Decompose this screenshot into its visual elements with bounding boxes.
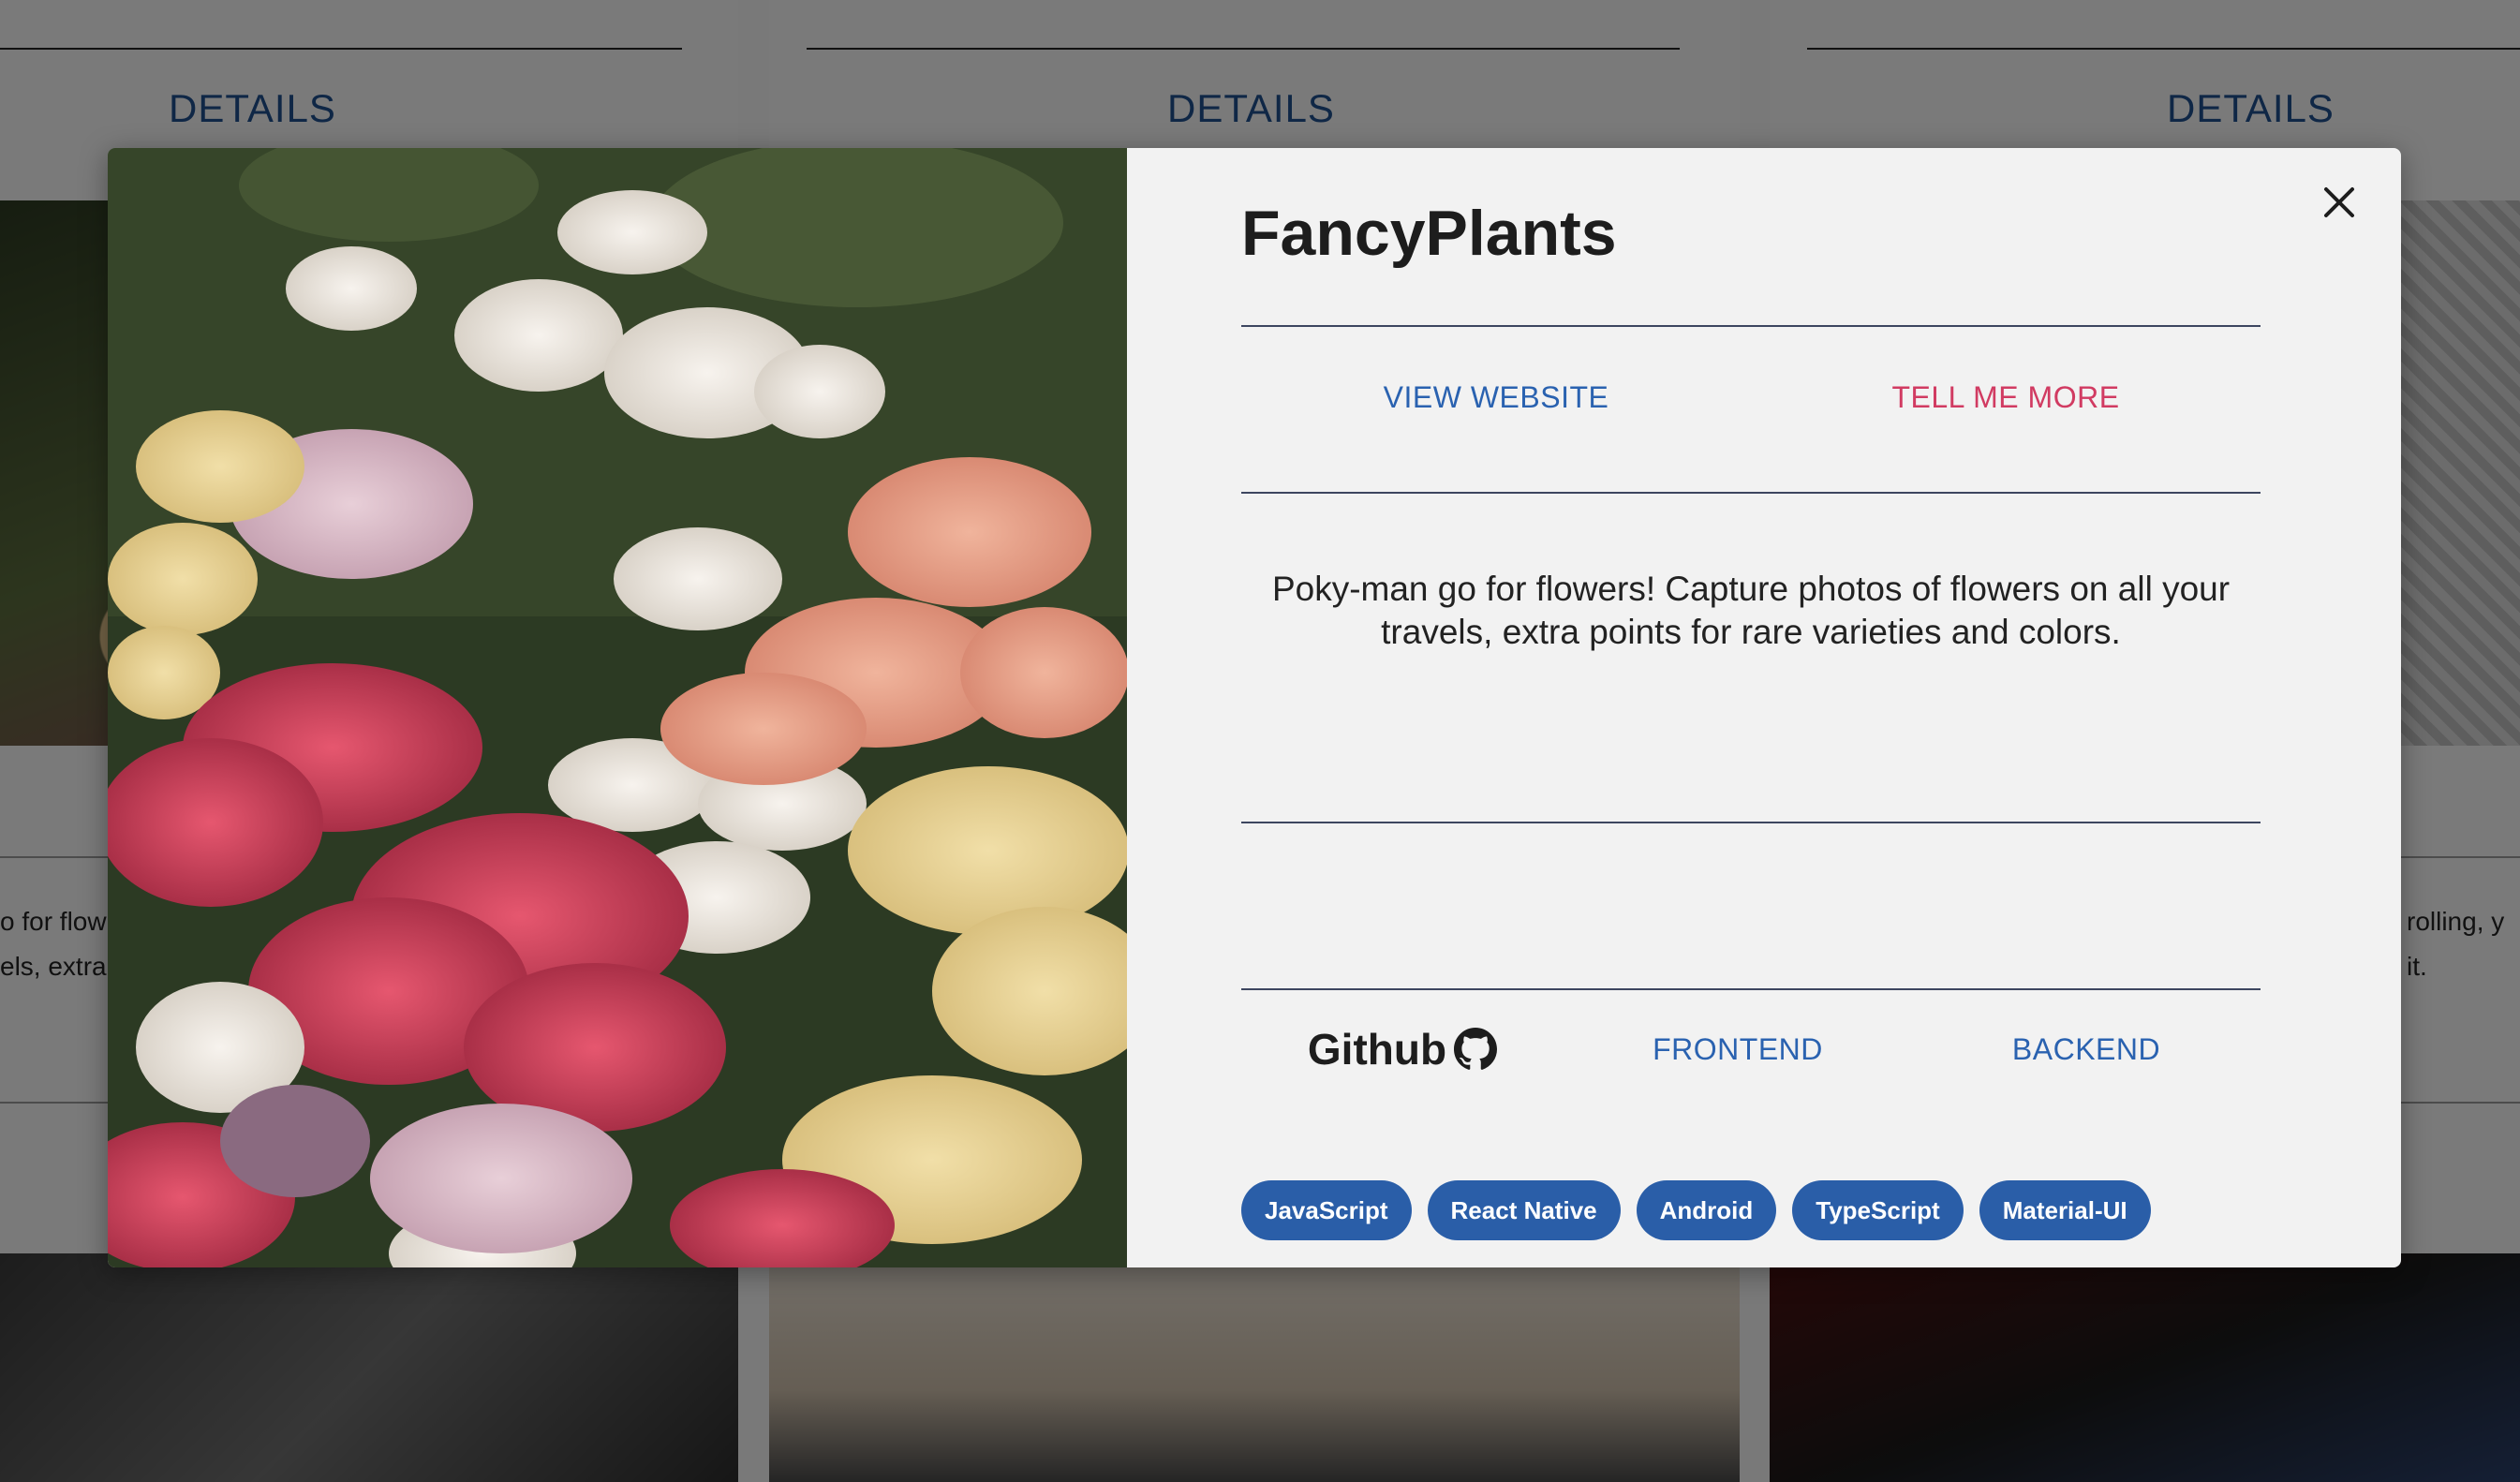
links-divider [1241, 492, 2261, 494]
github-icon [1454, 1028, 1498, 1070]
tag-chip: Android [1636, 1180, 1777, 1240]
close-icon [2324, 187, 2354, 217]
project-title: FancyPlants [1241, 198, 1617, 269]
tell-me-more-link[interactable]: TELL ME MORE [1751, 380, 2261, 415]
github-label: Github [1307, 1025, 1447, 1074]
project-description: Poky-man go for flowers! Capture photos … [1271, 570, 2231, 651]
project-hero-image [108, 148, 1127, 1267]
project-details-panel: FancyPlants VIEW WEBSITE TELL ME MORE Po… [1127, 148, 2401, 1267]
frontend-repo-link[interactable]: FRONTEND [1564, 1032, 1912, 1067]
tag-chip: React Native [1427, 1180, 1621, 1240]
description-divider [1241, 822, 2261, 823]
project-links-row: VIEW WEBSITE TELL ME MORE [1241, 380, 2261, 415]
backend-repo-link[interactable]: BACKEND [1912, 1032, 2261, 1067]
view-website-link[interactable]: VIEW WEBSITE [1241, 380, 1751, 415]
title-divider [1241, 325, 2261, 327]
close-button[interactable] [2315, 178, 2364, 227]
tag-chip: TypeScript [1792, 1180, 1964, 1240]
github-row: Github FRONTEND BACKEND [1241, 1024, 2261, 1074]
tag-chip: JavaScript [1241, 1180, 1412, 1240]
tag-chip: Material-UI [1979, 1180, 2151, 1240]
project-modal: FancyPlants VIEW WEBSITE TELL ME MORE Po… [108, 148, 2401, 1267]
github-divider [1241, 988, 2261, 990]
tech-tags: JavaScript React Native Android TypeScri… [1241, 1180, 2151, 1240]
github-label-group: Github [1241, 1024, 1564, 1074]
